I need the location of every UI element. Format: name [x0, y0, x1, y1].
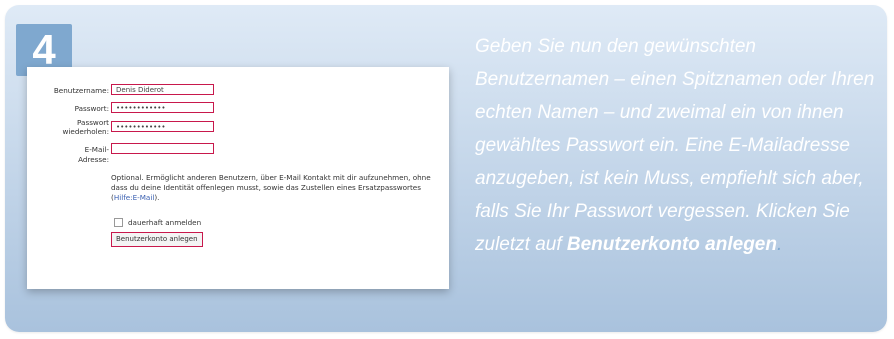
- instruction-body: Geben Sie nun den gewünschten Benutzerna…: [475, 36, 875, 255]
- password-repeat-label-line1: Passwort: [77, 118, 109, 127]
- instruction-text: Geben Sie nun den gewünschten Benutzerna…: [475, 30, 880, 261]
- username-field[interactable]: Denis Diderot: [111, 84, 214, 95]
- password-field[interactable]: ••••••••••••: [111, 102, 214, 113]
- remember-me-row[interactable]: dauerhaft anmelden: [114, 218, 201, 227]
- email-hint-end: ).: [154, 193, 160, 202]
- password-repeat-field[interactable]: ••••••••••••: [111, 121, 214, 132]
- remember-me-checkbox[interactable]: [114, 218, 123, 227]
- email-field[interactable]: [111, 143, 214, 154]
- email-label-line2: Adresse:: [78, 155, 109, 164]
- email-label-line1: E-Mail-: [84, 145, 109, 154]
- instruction-end: .: [776, 234, 783, 255]
- signup-form-screenshot: Benutzername: Denis Diderot Passwort: ••…: [27, 67, 449, 289]
- remember-me-label: dauerhaft anmelden: [128, 218, 202, 227]
- email-hint-text: Optional. Ermöglicht anderen Benutzern, …: [111, 173, 443, 203]
- instruction-emphasis: Benutzerkonto anlegen: [566, 234, 777, 255]
- instruction-card: 4 Benutzername: Denis Diderot Passwort: …: [5, 5, 887, 332]
- create-account-button[interactable]: Benutzerkonto anlegen: [111, 232, 203, 247]
- username-label: Benutzername:: [53, 86, 109, 95]
- password-repeat-label-line2: wiederholen:: [62, 127, 109, 136]
- password-label: Passwort:: [74, 104, 109, 113]
- help-email-link[interactable]: Hilfe:E-Mail: [114, 193, 155, 202]
